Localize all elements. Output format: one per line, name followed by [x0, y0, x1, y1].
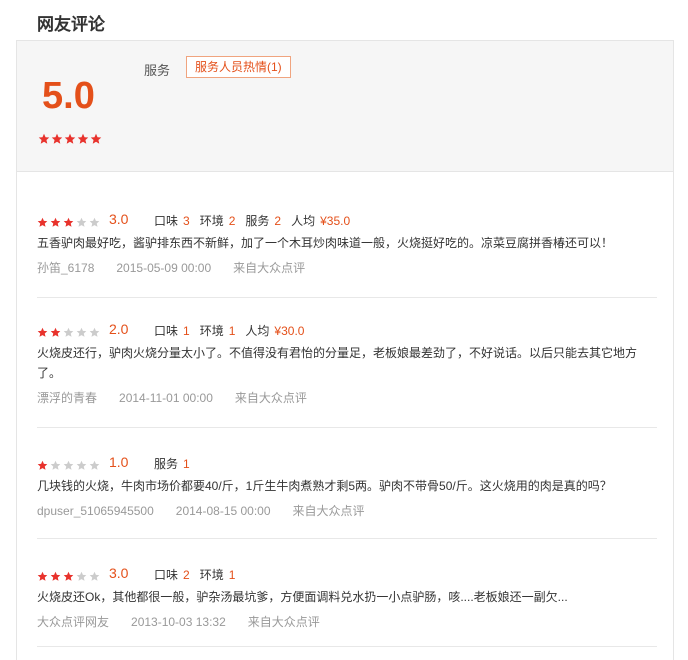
dimension-label: 口味 [154, 214, 179, 228]
review-date: 2013-10-03 13:32 [131, 615, 226, 629]
dimension-value: 2 [183, 568, 190, 582]
section-title: 网友评论 [37, 15, 105, 34]
review-divider [37, 538, 657, 539]
review-score: 3.0 [109, 565, 129, 581]
dimension-value: 1 [183, 324, 190, 338]
review-dimensions: 服务 1 [154, 455, 200, 472]
dimension-score: 口味 1 [154, 324, 190, 338]
tag-category-label: 服务 [144, 63, 171, 78]
star-empty-icon [76, 460, 87, 471]
tag-service-staff-friendly[interactable]: 服务人员热情(1) [186, 56, 291, 78]
review-score: 1.0 [109, 454, 129, 470]
review-meta: dpuser_51065945500 2014-08-15 00:00 来自大众点评 [37, 502, 387, 519]
review-score: 3.0 [109, 211, 129, 227]
dimension-score: 人均 ¥35.0 [291, 214, 350, 228]
star-empty-icon [89, 460, 100, 471]
dimension-label: 服务 [245, 214, 270, 228]
star-filled-icon [50, 217, 61, 228]
review-author-link[interactable]: 大众点评网友 [37, 615, 109, 629]
dimension-value: ¥35.0 [320, 214, 351, 228]
star-filled-icon [38, 133, 50, 145]
review-author-link[interactable]: 漂浮的青春 [37, 391, 97, 405]
star-filled-icon [37, 460, 48, 471]
dimension-label: 环境 [199, 324, 224, 338]
star-empty-icon [76, 217, 87, 228]
star-filled-icon [64, 133, 76, 145]
overall-score: 5.0 [42, 75, 95, 117]
star-empty-icon [63, 460, 74, 471]
star-filled-icon [63, 571, 74, 582]
dimension-score: 服务 1 [154, 457, 190, 471]
review-text: 火烧皮还行，驴肉火烧分量太小了。不值得没有君怡的分量足，老板娘最差劲了，不好说话… [37, 346, 638, 380]
dimension-value: ¥30.0 [274, 324, 305, 338]
review-text: 火烧皮还Ok，其他都很一般，驴杂汤最坑爹，方便面调料兑水扔一小点驴肠，咳....… [37, 590, 568, 604]
dimension-score: 人均 ¥30.0 [245, 324, 304, 338]
dimension-label: 口味 [154, 568, 179, 582]
dimension-value: 1 [228, 568, 236, 582]
review-source: 来自大众点评 [292, 504, 365, 518]
dimension-label: 口味 [154, 324, 179, 338]
reviews-panel: 5.0 服务 服务人员热情(1) 3.0 口味 3 环境 2 服务 2 人均 ¥35.0 五香驴肉… [16, 40, 674, 660]
review-divider [37, 646, 657, 647]
review-date: 2014-08-15 00:00 [175, 504, 271, 518]
review-author-link[interactable]: dpuser_51065945500 [37, 504, 154, 518]
dimension-score: 环境 1 [200, 324, 236, 338]
review-dimensions: 口味 3 环境 2 服务 2 人均 ¥35.0 [154, 212, 360, 229]
star-empty-icon [76, 571, 87, 582]
dimension-value: 1 [183, 457, 190, 471]
star-empty-icon [89, 571, 100, 582]
review-divider [37, 297, 657, 298]
review-source: 来自大众点评 [247, 615, 320, 629]
star-filled-icon [50, 327, 61, 338]
star-empty-icon [63, 327, 74, 338]
overall-star-rating [38, 131, 103, 147]
dimension-score: 环境 2 [200, 214, 236, 228]
review-divider [37, 427, 657, 428]
review-star-rating [37, 325, 102, 338]
dimension-label: 人均 [291, 214, 316, 228]
review-score: 2.0 [109, 321, 129, 337]
star-empty-icon [89, 217, 100, 228]
review-meta: 孙笛_6178 2015-05-09 00:00 来自大众点评 [37, 259, 327, 276]
dimension-label: 人均 [245, 324, 270, 338]
dimension-score: 环境 1 [200, 568, 236, 582]
review-meta: 漂浮的青春 2014-11-01 00:00 来自大众点评 [37, 389, 329, 406]
star-filled-icon [37, 327, 48, 338]
star-empty-icon [50, 460, 61, 471]
dimension-label: 服务 [154, 457, 179, 471]
review-dimensions: 口味 1 环境 1 人均 ¥30.0 [154, 322, 314, 339]
dimension-score: 口味 2 [154, 568, 190, 582]
dimension-label: 环境 [199, 568, 224, 582]
review-meta: 大众点评网友 2013-10-03 13:32 来自大众点评 [37, 613, 342, 630]
review-source: 来自大众点评 [233, 261, 306, 275]
star-filled-icon [90, 133, 102, 145]
dimension-score: 服务 2 [245, 214, 281, 228]
review-date: 2015-05-09 00:00 [116, 261, 212, 275]
star-filled-icon [37, 571, 48, 582]
dimension-value: 1 [228, 324, 236, 338]
star-filled-icon [63, 217, 74, 228]
star-filled-icon [50, 571, 61, 582]
review-star-rating [37, 569, 102, 582]
review-dimensions: 口味 2 环境 1 [154, 566, 245, 583]
review-star-rating [37, 458, 102, 471]
dimension-value: 3 [183, 214, 190, 228]
review-text: 几块钱的火烧，牛肉市场价都要40/斤，1斤生牛肉煮熟才剩5两。驴肉不带骨50/斤… [37, 479, 612, 493]
star-filled-icon [51, 133, 63, 145]
dimension-value: 2 [228, 214, 236, 228]
review-author-link[interactable]: 孙笛_6178 [37, 261, 94, 275]
star-empty-icon [76, 327, 87, 338]
review-source: 来自大众点评 [234, 391, 307, 405]
rating-summary: 5.0 服务 服务人员热情(1) [17, 41, 673, 172]
star-filled-icon [37, 217, 48, 228]
dimension-value: 2 [274, 214, 282, 228]
review-star-rating [37, 215, 102, 228]
dimension-label: 环境 [199, 214, 224, 228]
star-filled-icon [77, 133, 89, 145]
star-empty-icon [89, 327, 100, 338]
dimension-score: 口味 3 [154, 214, 190, 228]
review-text: 五香驴肉最好吃，酱驴排东西不新鲜，加了一个木耳炒肉味道一般，火烧挺好吃的。凉菜豆… [37, 236, 614, 250]
review-date: 2014-11-01 00:00 [119, 391, 213, 405]
